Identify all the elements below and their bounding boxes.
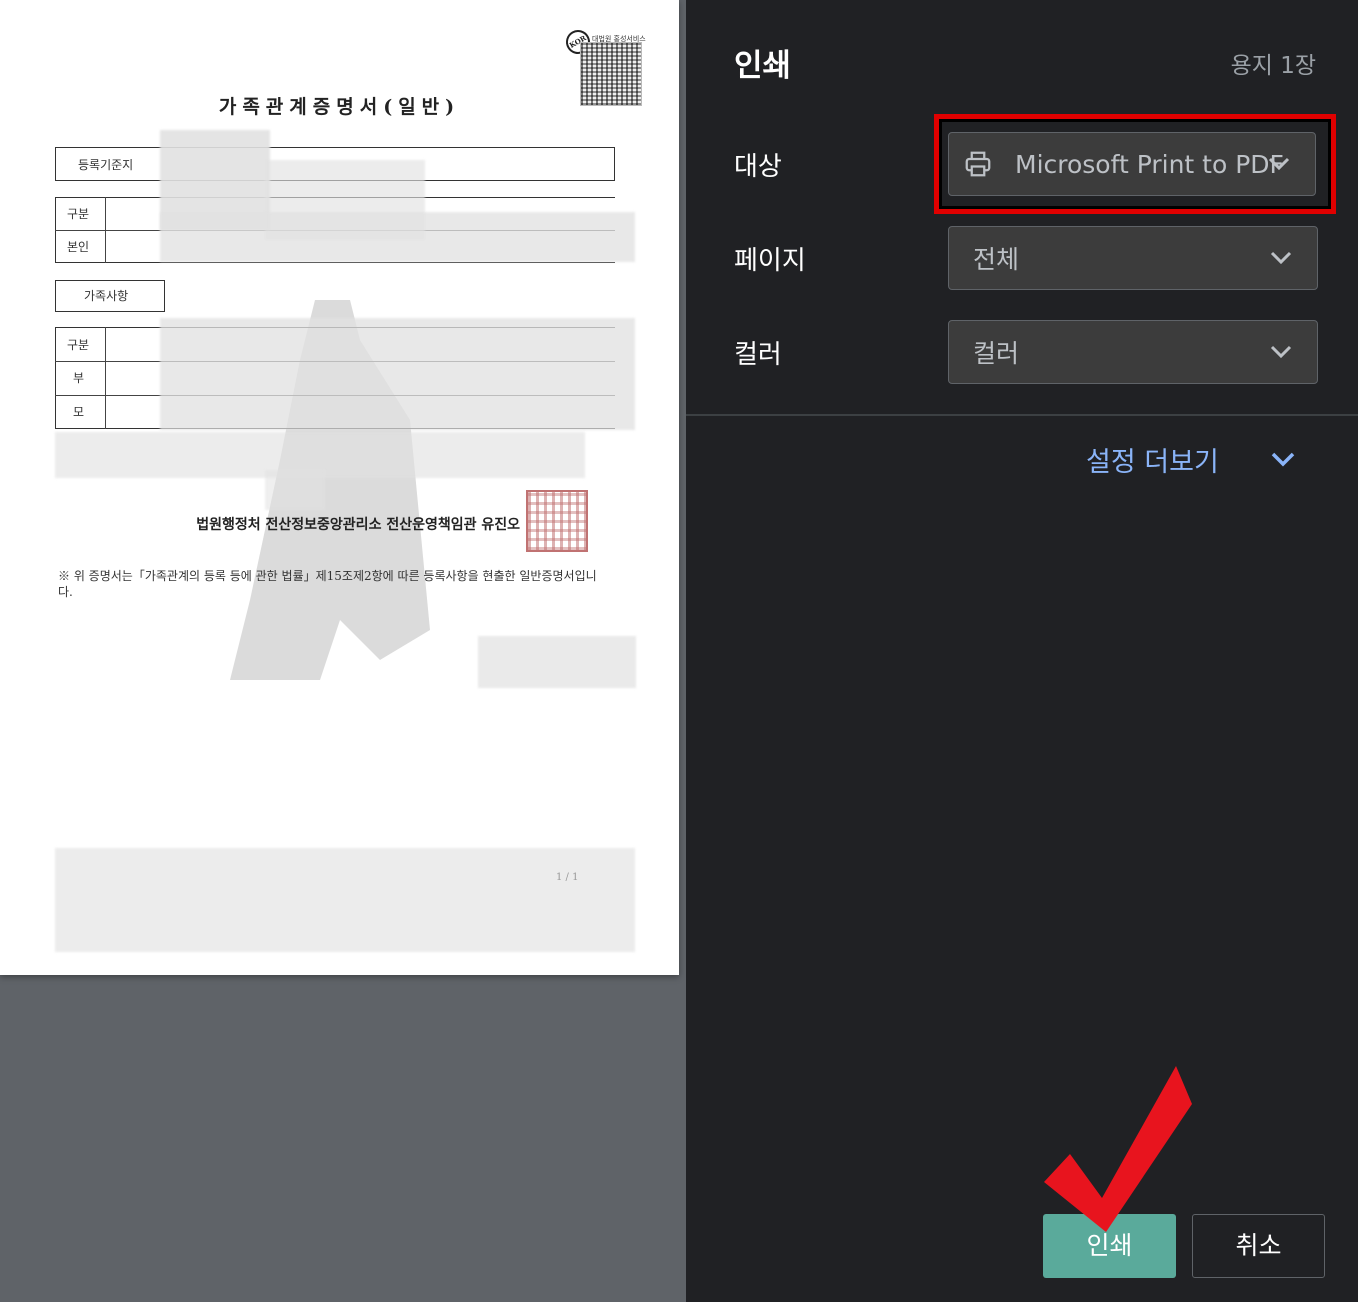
pages-select[interactable]: 전체 <box>948 226 1318 290</box>
registry-label: 등록기준지 <box>78 158 134 172</box>
color-value: 컬러 <box>973 339 1020 368</box>
page-number: 1 / 1 <box>556 872 579 883</box>
panel-title: 인쇄 <box>734 48 792 84</box>
privacy-blur <box>478 636 636 688</box>
pages-label: 페이지 <box>734 246 806 276</box>
color-select[interactable]: 컬러 <box>948 320 1318 384</box>
print-button[interactable]: 인쇄 <box>1043 1214 1176 1278</box>
issuer-signature: 법원행정처 전산정보중앙관리소 전산운영책임관 유진오 <box>196 517 520 533</box>
privacy-blur <box>160 212 635 262</box>
document-title: 가족관계증명서(일반) <box>218 96 461 118</box>
more-settings-link[interactable]: 설정 더보기 <box>1086 440 1219 479</box>
document-page: KOR 대법원 홍성서비스 가족관계증명서(일반) 등록기준지 구분 본인 가족… <box>0 0 679 975</box>
pages-value: 전체 <box>973 245 1020 274</box>
family-row-label: 구분 <box>67 338 90 352</box>
document-note: ※ 위 증명서는「가족관계의 등록 등에 관한 법률」제15조제2항에 따른 등… <box>58 569 597 599</box>
destination-label: 대상 <box>734 152 782 182</box>
color-label: 컬러 <box>734 340 782 370</box>
print-settings-panel: 인쇄 용지 1장 대상 Microsoft Print to PDF 페이지 전… <box>686 0 1358 1302</box>
official-seal-icon <box>526 490 588 552</box>
family-row-label: 부 <box>73 371 85 385</box>
privacy-blur <box>55 848 635 952</box>
printer-icon <box>965 151 991 177</box>
sheet-count: 용지 1장 <box>1230 53 1316 79</box>
self-row-label: 구분 <box>67 207 90 221</box>
chevron-down-icon[interactable] <box>1270 450 1296 468</box>
check-mark-icon <box>1044 1066 1192 1232</box>
family-label: 가족사항 <box>84 289 129 303</box>
print-preview-area: KOR 대법원 홍성서비스 가족관계증명서(일반) 등록기준지 구분 본인 가족… <box>0 0 686 1302</box>
self-row-label: 본인 <box>67 240 90 254</box>
panel-divider <box>686 414 1358 416</box>
chevron-down-icon <box>1270 345 1292 359</box>
privacy-blur <box>265 470 325 510</box>
privacy-blur <box>160 318 635 430</box>
chevron-down-icon <box>1270 251 1292 265</box>
chevron-down-icon <box>1268 157 1290 171</box>
destination-select[interactable]: Microsoft Print to PDF <box>948 132 1316 196</box>
family-row-label: 모 <box>73 405 85 419</box>
cancel-button[interactable]: 취소 <box>1192 1214 1325 1278</box>
